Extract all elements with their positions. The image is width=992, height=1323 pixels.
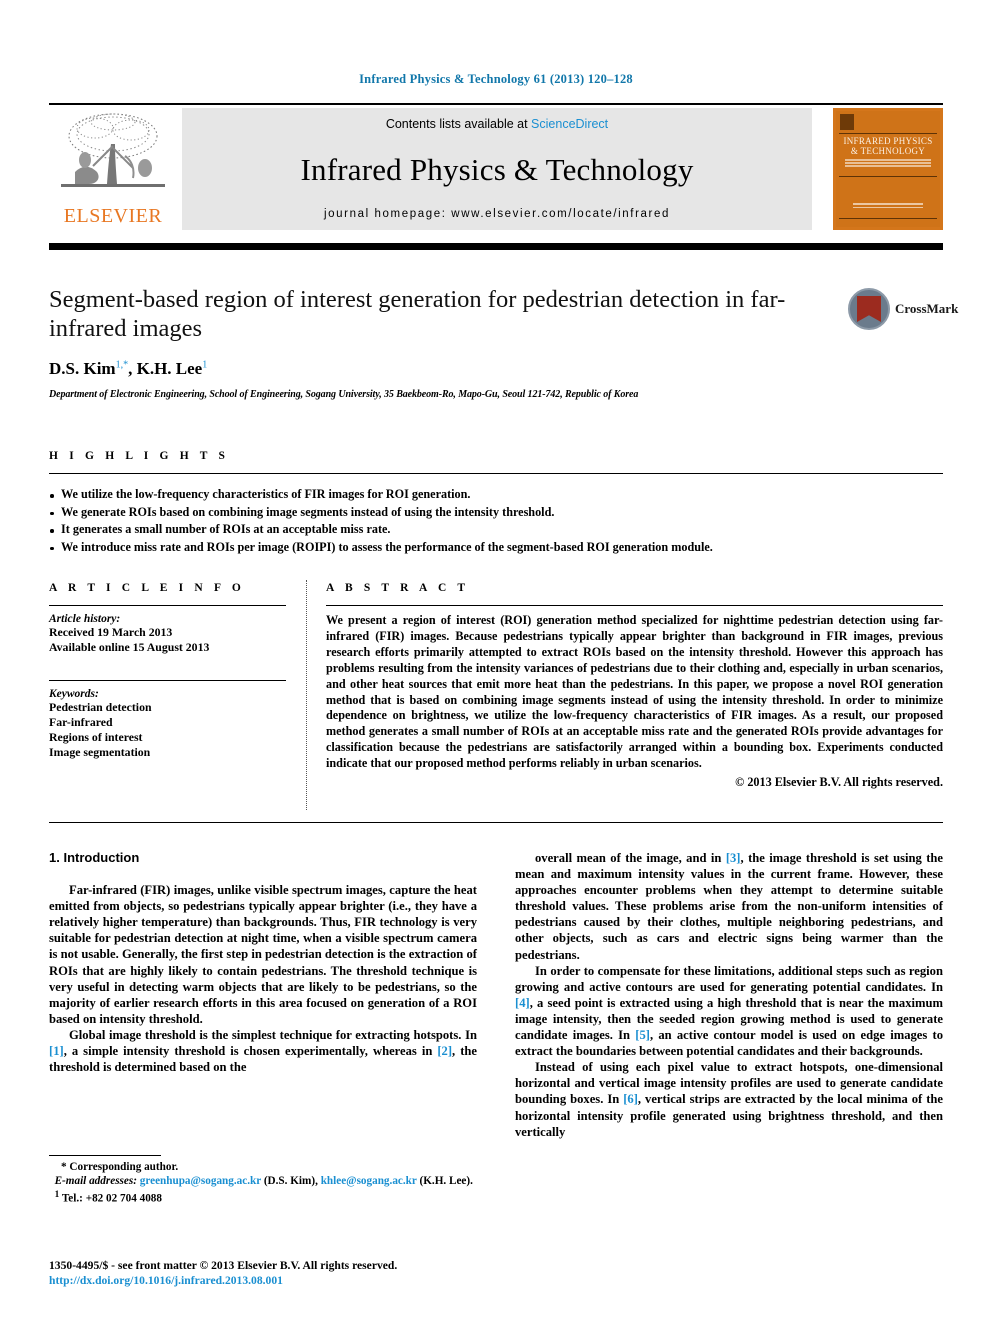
- citation-ref-1[interactable]: [1]: [49, 1044, 64, 1058]
- author-list: D.S. Kim1,*, K.H. Lee1: [49, 359, 208, 378]
- email-label: E-mail addresses:: [54, 1175, 137, 1188]
- running-head: Infrared Physics & Technology 61 (2013) …: [359, 72, 633, 86]
- corresponding-author-note: * Corresponding author.: [61, 1161, 179, 1173]
- paragraph-part: In order to compensate for these limitat…: [515, 963, 943, 994]
- author-2-marker[interactable]: 1: [202, 359, 207, 370]
- paragraph-part: , a simple intensity threshold is chosen…: [63, 1044, 438, 1059]
- paragraph: Far-infrared (FIR) images, unlike visibl…: [49, 883, 477, 1026]
- cover-subtitle-lines: [845, 159, 931, 169]
- masthead-top-rule: [49, 103, 943, 105]
- abstract-copyright: © 2013 Elsevier B.V. All rights reserved…: [735, 775, 943, 790]
- masthead-center-panel: Contents lists available at ScienceDirec…: [182, 108, 812, 230]
- contents-prefix: Contents lists available at: [385, 117, 532, 131]
- paper-page: Infrared Physics & Technology 61 (2013) …: [0, 0, 992, 1323]
- title-block: Segment-based region of interest generat…: [49, 285, 839, 400]
- keyword-item: Regions of interest: [49, 730, 143, 744]
- list-item: We generate ROIs based on combining imag…: [49, 504, 943, 522]
- info-abstract-divider: [306, 580, 308, 810]
- highlights-rule: [49, 473, 943, 474]
- keywords-label: Keywords:: [49, 688, 99, 700]
- journal-homepage[interactable]: journal homepage: www.elsevier.com/locat…: [324, 208, 670, 220]
- affiliation: Department of Electronic Engineering, Sc…: [49, 389, 639, 400]
- citation-ref-5[interactable]: [5]: [635, 1028, 650, 1042]
- paragraph: overall mean of the image, and in [3], t…: [515, 850, 943, 963]
- article-history-received: Received 19 March 2013: [49, 625, 173, 639]
- section-title-introduction: 1. Introduction: [49, 850, 140, 865]
- author-2: K.H. Lee: [136, 359, 203, 378]
- elsevier-wordmark: ELSEVIER: [63, 205, 163, 227]
- paragraph: Global image threshold is the simplest t…: [49, 1027, 477, 1075]
- paragraph: Instead of using each pixel value to ext…: [515, 1059, 943, 1139]
- cover-title-line1: INFRARED PHYSICS: [843, 136, 933, 146]
- crossmark-badge[interactable]: CrossMark: [848, 288, 958, 332]
- cover-rule-top: [839, 133, 937, 134]
- author-1: D.S. Kim: [49, 359, 116, 378]
- footnote-block: * Corresponding author. E-mail addresses…: [49, 1160, 477, 1206]
- highlights-list: We utilize the low-frequency characteris…: [49, 486, 943, 556]
- crossmark-label: CrossMark: [895, 301, 959, 316]
- list-item: It generates a small number of ROIs at a…: [49, 521, 943, 539]
- page-title: Segment-based region of interest generat…: [49, 286, 786, 342]
- email-link-2[interactable]: khlee@sogang.ac.kr: [321, 1175, 417, 1187]
- citation-ref-3[interactable]: [3]: [726, 851, 741, 865]
- cover-rule-mid: [839, 176, 937, 177]
- journal-cover-thumbnail: INFRARED PHYSICS & TECHNOLOGY: [833, 108, 943, 230]
- abstract-rule: [326, 605, 943, 606]
- paragraph-part: overall mean of the image, and in: [535, 851, 726, 865]
- email-owner-2: (K.H. Lee).: [419, 1175, 473, 1188]
- keyword-item: Image segmentation: [49, 745, 151, 759]
- tel-line: 1 Tel.: +82 02 704 4088: [49, 1188, 477, 1206]
- author-1-marker[interactable]: 1,*: [116, 359, 129, 370]
- paragraph-part: Global image threshold is the simplest t…: [69, 1027, 477, 1042]
- list-item: We utilize the low-frequency characteris…: [49, 486, 943, 504]
- doi-link[interactable]: http://dx.doi.org/10.1016/j.infrared.201…: [49, 1273, 549, 1288]
- article-info-rule: [49, 605, 286, 606]
- article-history-online: Available online 15 August 2013: [49, 640, 210, 654]
- tel-value: Tel.: +82 02 704 4088: [61, 1193, 162, 1206]
- article-history-label: Article history:: [49, 613, 121, 625]
- cover-title: INFRARED PHYSICS & TECHNOLOGY: [833, 136, 943, 156]
- abstract-bottom-rule: [49, 822, 943, 823]
- imprint-block: 1350-4495/$ - see front matter © 2013 El…: [49, 1258, 549, 1288]
- sciencedirect-link[interactable]: ScienceDirect: [531, 117, 608, 131]
- elsevier-logo: ELSEVIER: [49, 108, 177, 230]
- citation-ref-6[interactable]: [6]: [623, 1092, 638, 1106]
- cover-rule-bottom: [839, 218, 937, 219]
- cover-footer-lines: [853, 203, 923, 211]
- paragraph-part: , the image threshold is set using the m…: [515, 851, 943, 962]
- abstract-heading: A B S T R A C T: [326, 582, 470, 594]
- article-history: Article history: Received 19 March 2013 …: [49, 613, 286, 655]
- elsevier-tree-icon: [61, 113, 165, 187]
- cover-publisher-icon: [840, 114, 854, 130]
- email-owner-1: (D.S. Kim),: [263, 1175, 318, 1188]
- citation-ref-4[interactable]: [4]: [515, 996, 530, 1010]
- tel-marker: 1: [54, 1190, 60, 1201]
- highlights-heading: H I G H L I G H T S: [49, 450, 230, 462]
- cover-title-line2: & TECHNOLOGY: [850, 146, 926, 156]
- email-link-1[interactable]: greenhupa@sogang.ac.kr: [140, 1175, 261, 1187]
- keyword-item: Far-infrared: [49, 715, 113, 729]
- email-line: E-mail addresses: greenhupa@sogang.ac.kr…: [49, 1174, 477, 1188]
- list-item: We introduce miss rate and ROIs per imag…: [49, 539, 943, 557]
- article-info-heading: A R T I C L E I N F O: [49, 582, 245, 594]
- body-column-right: overall mean of the image, and in [3], t…: [515, 850, 943, 1140]
- abstract-block: We present a region of interest (ROI) ge…: [326, 613, 943, 791]
- keywords-rule: [49, 680, 286, 681]
- footnote-rule: [49, 1155, 161, 1156]
- journal-title: Infrared Physics & Technology: [300, 151, 694, 187]
- journal-masthead: ELSEVIER Contents lists available at Sci…: [49, 108, 943, 230]
- abstract-text: We present a region of interest (ROI) ge…: [326, 613, 943, 771]
- keyword-item: Pedestrian detection: [49, 700, 152, 714]
- keywords-block: Keywords: Pedestrian detection Far-infra…: [49, 688, 286, 760]
- body-column-left: 1. Introduction Far-infrared (FIR) image…: [49, 850, 477, 1075]
- contents-available-line: Contents lists available at ScienceDirec…: [386, 117, 608, 131]
- header-separator-bar: [49, 243, 943, 250]
- paragraph: In order to compensate for these limitat…: [515, 963, 943, 1060]
- issn-line: 1350-4495/$ - see front matter © 2013 El…: [49, 1259, 398, 1272]
- citation-ref-2[interactable]: [2]: [437, 1044, 452, 1058]
